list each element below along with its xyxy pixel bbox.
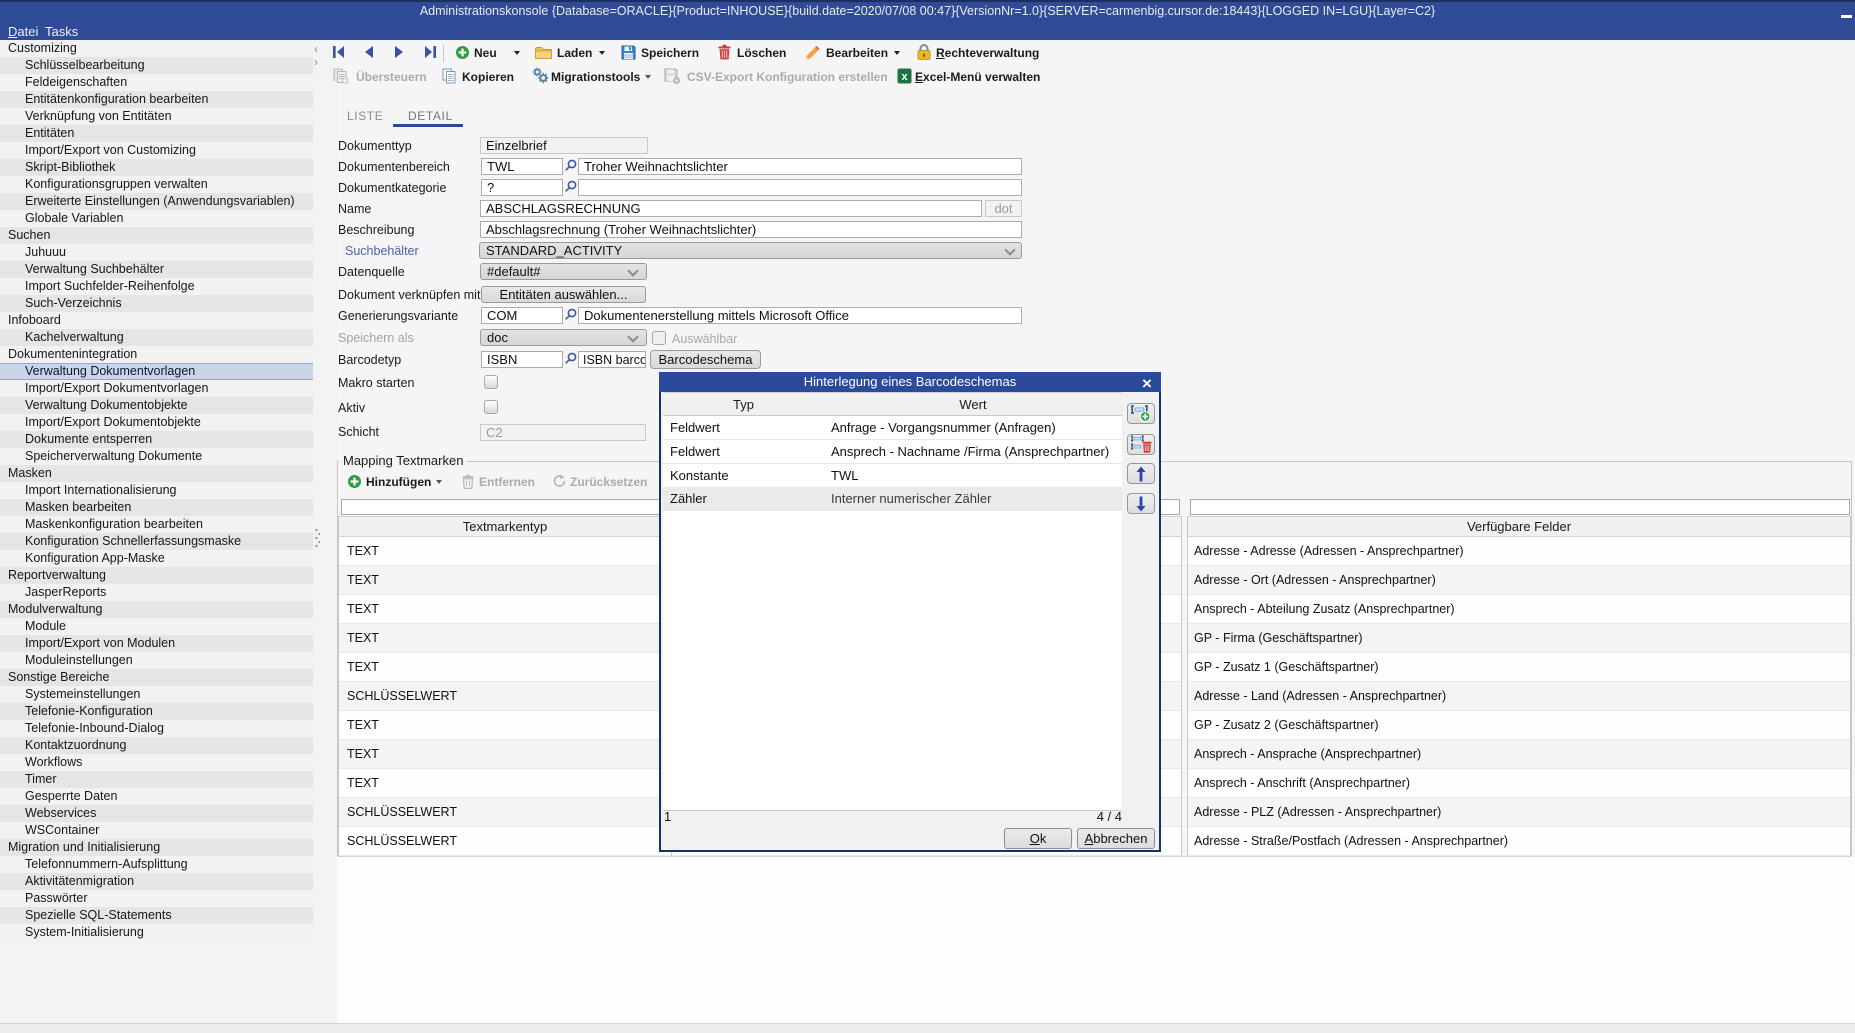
svg-text:x: x (901, 71, 908, 83)
